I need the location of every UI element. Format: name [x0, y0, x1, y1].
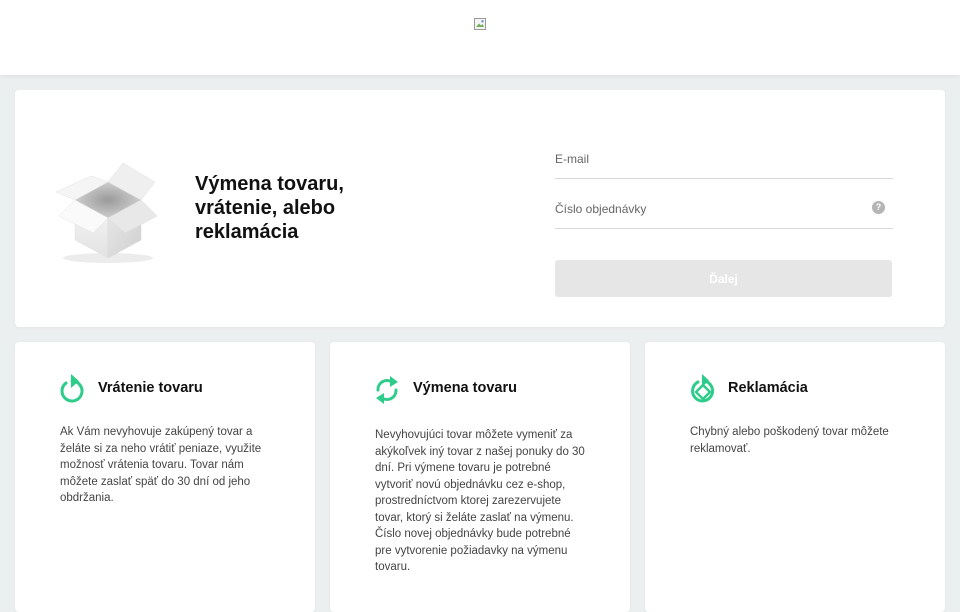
order-number-field-wrapper: ?	[555, 194, 893, 229]
card-title: Výmena tovaru	[413, 380, 517, 396]
lookup-panel: Výmena tovaru, vrátenie, alebo reklamáci…	[15, 90, 945, 327]
card-description: Ak Vám nevyhovuje zakúpený tovar a želát…	[60, 426, 262, 504]
card-title: Vrátenie tovaru	[98, 380, 203, 396]
page-title-line: Výmena tovaru,	[195, 173, 344, 195]
top-header	[0, 0, 960, 75]
open-box-icon	[55, 162, 158, 263]
complaint-diamond-icon	[691, 374, 714, 403]
return-arrow-icon	[60, 374, 84, 403]
help-icon[interactable]: ?	[872, 201, 885, 214]
page-title-line: reklamácia	[195, 221, 299, 243]
card-description: Nevyhovujúci tovar môžete vymeniť za aký…	[375, 429, 585, 573]
page-title: Výmena tovaru, vrátenie, alebo reklamáci…	[195, 172, 395, 244]
email-field-wrapper	[555, 144, 893, 179]
complaint-card: Reklamácia Chybný alebo poškodený tovar …	[645, 342, 945, 612]
order-number-field[interactable]	[555, 194, 855, 224]
card-title: Reklamácia	[728, 380, 808, 396]
broken-image-icon	[474, 18, 486, 30]
page-title-line: vrátenie, alebo	[195, 197, 336, 219]
exchange-card: Výmena tovaru Nevyhovujúci tovar môžete …	[330, 342, 630, 612]
exchange-arrows-icon	[376, 376, 398, 404]
return-card: Vrátenie tovaru Ak Vám nevyhovuje zakúpe…	[15, 342, 315, 612]
card-description: Chybný alebo poškodený tovar môžete rekl…	[690, 426, 889, 455]
email-field[interactable]	[555, 144, 855, 174]
next-button[interactable]: Ďalej	[555, 260, 892, 297]
